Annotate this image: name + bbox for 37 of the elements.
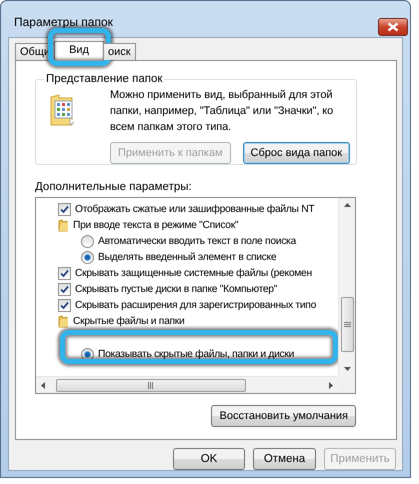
checkbox[interactable] — [58, 282, 71, 296]
section-label: Дополнительные параметры: — [35, 181, 193, 193]
option-label: Скрывать защищенные системные файлы (рекомен — [75, 268, 312, 278]
group-title: Представление папок — [45, 73, 164, 85]
button[interactable]: OK — [173, 448, 245, 470]
group-label: При вводе текста в режиме "Список" — [73, 220, 238, 230]
group-label: Скрытые файлы и папки — [73, 316, 184, 326]
checkbox[interactable] — [58, 298, 71, 312]
checkbox[interactable] — [58, 202, 71, 216]
button[interactable]: Отмена — [253, 448, 316, 470]
horizontal-scrollbar[interactable] — [36, 376, 338, 393]
grip-icon — [148, 382, 154, 388]
option-label: Показывать скрытые файлы, папки и диски — [98, 348, 294, 360]
radio-button[interactable] — [81, 348, 94, 360]
option-label: Автоматически вводить текст в поле поиска — [98, 236, 296, 246]
radio-button[interactable] — [81, 250, 94, 264]
vertical-scrollbar[interactable] — [338, 198, 355, 376]
close-button[interactable] — [378, 18, 408, 36]
grip-icon — [344, 322, 350, 328]
option-label: Выделять введенный элемент в списке — [98, 252, 276, 262]
option-label: Скрывать расширения для зарегистрированных типо — [75, 300, 316, 310]
close-icon — [387, 22, 399, 32]
button[interactable]: Сброс вида папок — [242, 142, 350, 164]
folder-icon — [58, 218, 69, 232]
radio-button[interactable] — [81, 234, 94, 248]
scroll-thumb[interactable] — [56, 378, 246, 392]
window-title: Параметры папок — [14, 15, 113, 29]
tab[interactable]: Вид — [54, 41, 104, 61]
folder-icon — [58, 314, 69, 328]
folder-view-icon — [50, 94, 76, 127]
option-label: Отображать сжатые или зашифрованные файлы NT — [75, 204, 314, 214]
restore-defaults-button[interactable]: Восстановить умолчания — [211, 405, 356, 427]
checkbox[interactable] — [58, 266, 71, 280]
description-text: Можно применить вид, выбранный для этой папки, например, "Таблица" или "Значки", ко всем папкам этого типа. — [110, 88, 334, 135]
tab[interactable]: оиск — [102, 43, 136, 60]
option-label: Скрывать пустые диски в папке "Компьютер" — [75, 284, 278, 294]
scroll-thumb[interactable] — [340, 297, 354, 352]
